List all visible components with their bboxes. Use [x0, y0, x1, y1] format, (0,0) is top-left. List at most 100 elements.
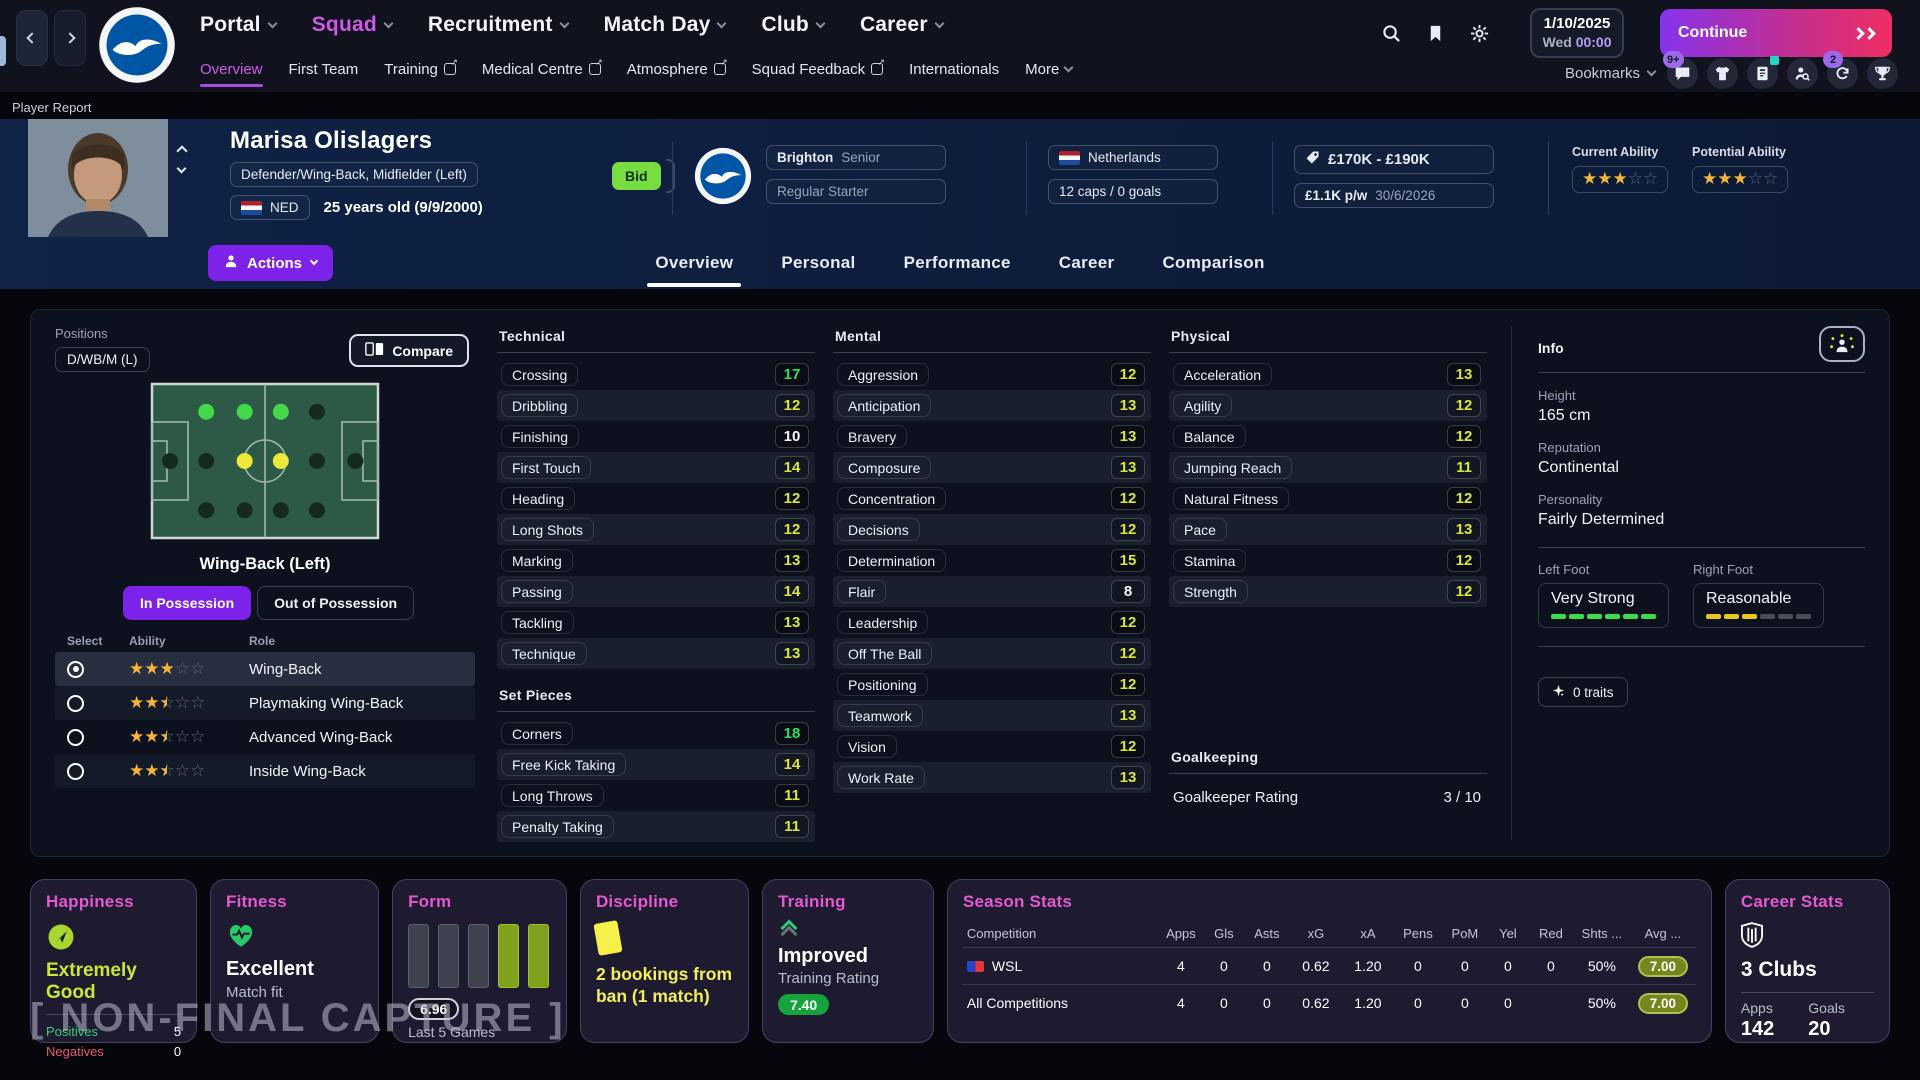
transfer-value-chip[interactable]: £170K - £190K [1294, 145, 1494, 174]
news-icon[interactable] [1747, 58, 1778, 89]
subnav-item-overview[interactable]: Overview [200, 61, 263, 78]
bid-button[interactable]: Bid [612, 162, 661, 190]
bookmark-icon[interactable] [1424, 22, 1446, 44]
form-card[interactable]: Form 6.96 Last 5 Games [392, 879, 567, 1043]
attribute-row[interactable]: Positioning 12 [833, 669, 1151, 700]
attribute-row[interactable]: Corners 18 [497, 718, 815, 749]
training-card[interactable]: Training Improved Training Rating 7.40 [762, 879, 934, 1043]
nav-item-match-day[interactable]: Match Day [604, 13, 726, 37]
club-crest-icon[interactable] [694, 147, 752, 205]
attribute-row[interactable]: Flair 8 [833, 576, 1151, 607]
sync-icon[interactable]: 2 [1827, 58, 1858, 89]
attribute-row[interactable]: Penalty Taking 11 [497, 811, 815, 842]
prev-player-button[interactable] [176, 145, 187, 156]
attribute-row[interactable]: Composure 13 [833, 452, 1151, 483]
career-stats-card[interactable]: Career Stats 3 Clubs Apps142 Goals20 [1725, 879, 1890, 1043]
trophy-icon[interactable] [1867, 58, 1898, 89]
role-radio[interactable] [67, 695, 84, 712]
fitness-card[interactable]: Fitness Excellent Match fit [210, 879, 379, 1043]
attribute-row[interactable]: Work Rate 13 [833, 762, 1151, 793]
forward-button[interactable] [54, 10, 86, 66]
attribute-row[interactable]: Passing 14 [497, 576, 815, 607]
stats-row[interactable]: WSL 4000.621.20000050% 7.00 [963, 947, 1696, 984]
role-radio[interactable] [67, 763, 84, 780]
attribute-row[interactable]: Leadership 12 [833, 607, 1151, 638]
attribute-row[interactable]: Determination 15 [833, 545, 1151, 576]
subnav-item-internationals[interactable]: Internationals [909, 61, 999, 78]
attribute-row[interactable]: Anticipation 13 [833, 390, 1151, 421]
attribute-row[interactable]: Aggression 12 [833, 359, 1151, 390]
tab-performance[interactable]: Performance [902, 247, 1013, 279]
attribute-row[interactable]: Decisions 12 [833, 514, 1151, 545]
continue-button[interactable]: Continue [1660, 9, 1892, 57]
attribute-row[interactable]: Tackling 13 [497, 607, 815, 638]
role-row[interactable]: ★★☆★☆☆ Playmaking Wing-Back [55, 686, 475, 720]
toggle-in-possession[interactable]: In Possession [123, 586, 251, 620]
attribute-row[interactable]: Off The Ball 12 [833, 638, 1151, 669]
tab-career[interactable]: Career [1057, 247, 1117, 279]
club-crest-logo[interactable] [98, 6, 176, 84]
toggle-out-of-possession[interactable]: Out of Possession [257, 586, 414, 620]
stats-row[interactable]: All Competitions 4000.621.2000050% 7.00 [963, 984, 1696, 1021]
season-stats-card[interactable]: Season Stats CompetitionAppsGlsAstsxGxAP… [947, 879, 1712, 1043]
nav-item-portal[interactable]: Portal [200, 13, 276, 37]
attribute-row[interactable]: Balance 12 [1169, 421, 1487, 452]
attribute-row[interactable]: Agility 12 [1169, 390, 1487, 421]
role-row[interactable]: ★★☆★☆☆ Inside Wing-Back [55, 754, 475, 788]
nav-item-squad[interactable]: Squad [312, 13, 392, 37]
attribute-row[interactable]: Free Kick Taking 14 [497, 749, 815, 780]
compare-button[interactable]: Compare [349, 334, 469, 367]
attribute-row[interactable]: Crossing 17 [497, 359, 815, 390]
role-row[interactable]: ★★☆★☆☆ Advanced Wing-Back [55, 720, 475, 754]
subnav-item-atmosphere[interactable]: Atmosphere [627, 61, 726, 78]
search-icon[interactable] [1380, 22, 1402, 44]
attribute-row[interactable]: Dribbling 12 [497, 390, 815, 421]
attribute-analysis-button[interactable] [1819, 326, 1865, 362]
attribute-row[interactable]: Concentration 12 [833, 483, 1151, 514]
nav-item-recruitment[interactable]: Recruitment [428, 13, 568, 37]
attribute-row[interactable]: First Touch 14 [497, 452, 815, 483]
attribute-row[interactable]: Finishing 10 [497, 421, 815, 452]
subnav-item-squad-feedback[interactable]: Squad Feedback [752, 61, 883, 78]
tab-personal[interactable]: Personal [779, 247, 857, 279]
back-button[interactable] [16, 10, 48, 66]
role-radio[interactable] [67, 661, 84, 678]
shirt-icon[interactable] [1707, 58, 1738, 89]
attribute-row[interactable]: Long Throws 11 [497, 780, 815, 811]
role-row[interactable]: ★★★☆☆ Wing-Back [55, 652, 475, 686]
subnav-item-training[interactable]: Training [384, 61, 456, 78]
settings-icon[interactable] [1468, 22, 1490, 44]
tab-comparison[interactable]: Comparison [1160, 247, 1266, 279]
nav-item-career[interactable]: Career [860, 13, 943, 37]
happiness-card[interactable]: Happiness Extremely Good Positives5 Nega… [30, 879, 197, 1043]
tab-overview[interactable]: Overview [653, 247, 735, 279]
attribute-row[interactable]: Acceleration 13 [1169, 359, 1487, 390]
nav-item-club[interactable]: Club [761, 13, 823, 37]
attribute-row[interactable]: Marking 13 [497, 545, 815, 576]
attribute-row[interactable]: Long Shots 12 [497, 514, 815, 545]
attribute-row[interactable]: Jumping Reach 11 [1169, 452, 1487, 483]
role-radio[interactable] [67, 729, 84, 746]
scouting-icon[interactable] [1787, 58, 1818, 89]
attribute-row[interactable]: Stamina 12 [1169, 545, 1487, 576]
actions-button[interactable]: Actions [208, 245, 333, 281]
attribute-row[interactable]: Strength 12 [1169, 576, 1487, 607]
attribute-row[interactable]: Heading 12 [497, 483, 815, 514]
bookmarks-dropdown[interactable]: Bookmarks [1565, 65, 1655, 82]
subnav-item-more[interactable]: More [1025, 61, 1072, 78]
traits-button[interactable]: 0 traits [1538, 677, 1628, 707]
attribute-row[interactable]: Pace 13 [1169, 514, 1487, 545]
subnav-item-first-team[interactable]: First Team [289, 61, 359, 78]
attribute-row[interactable]: Teamwork 13 [833, 700, 1151, 731]
messages-icon[interactable]: 9+ [1667, 58, 1698, 89]
club-chip[interactable]: BrightonSenior [766, 145, 946, 170]
attribute-row[interactable]: Bravery 13 [833, 421, 1151, 452]
game-date[interactable]: 1/10/2025 Wed 00:00 [1530, 8, 1624, 58]
next-player-button[interactable] [177, 164, 187, 174]
discipline-card[interactable]: Discipline 2 bookings from ban (1 match) [580, 879, 749, 1043]
subnav-item-medical-centre[interactable]: Medical Centre [482, 61, 601, 78]
attribute-row[interactable]: Technique 13 [497, 638, 815, 669]
nation-chip[interactable]: Netherlands [1048, 145, 1218, 170]
attribute-row[interactable]: Natural Fitness 12 [1169, 483, 1487, 514]
attribute-row[interactable]: Vision 12 [833, 731, 1151, 762]
